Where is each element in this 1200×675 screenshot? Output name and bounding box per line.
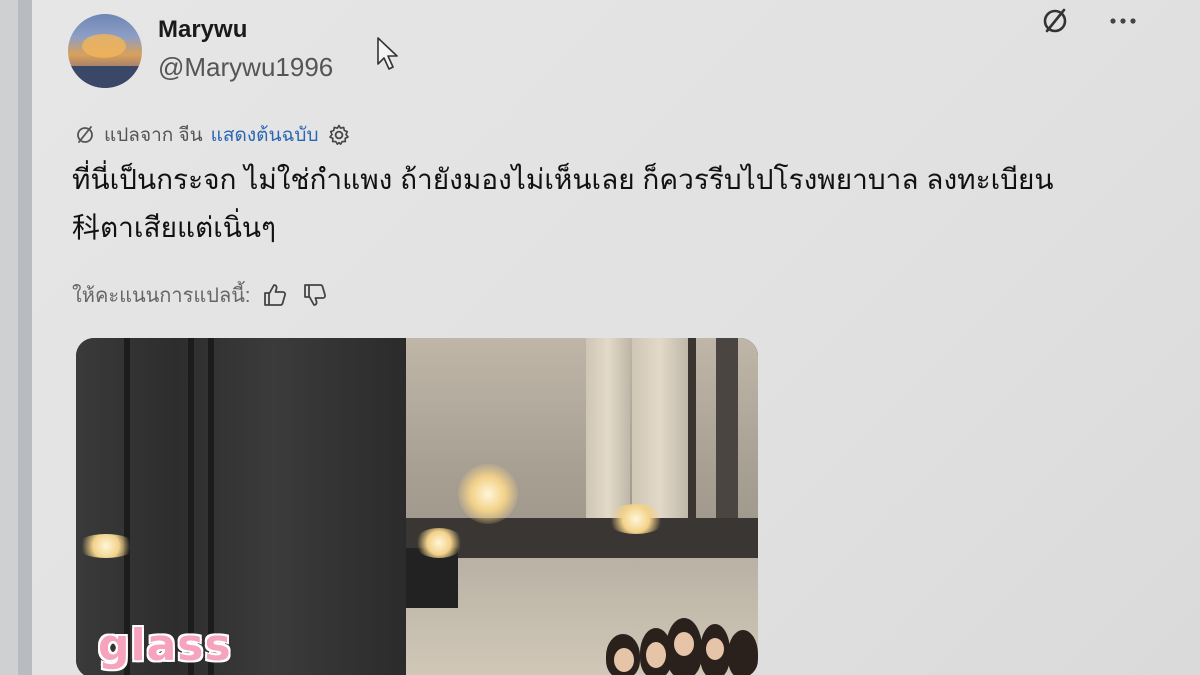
- post-text-line-1: ที่นี่เป็นกระจก ไม่ใช่กำแพง ถ้ายังมองไม่…: [72, 164, 1054, 195]
- rate-translation-bar: ให้คะแนนการแปลนี้:: [72, 280, 330, 310]
- translate-small-icon: [77, 126, 93, 143]
- show-original-link[interactable]: แสดงต้นฉบับ: [211, 120, 319, 150]
- post-text-line-2: 科ตาเสียแต่เนิ่นๆ: [72, 212, 277, 243]
- media-overlay-caption: glass: [98, 620, 232, 671]
- mouse-cursor-icon: [377, 37, 398, 70]
- author-handle[interactable]: @Marywu1996: [158, 52, 333, 83]
- window-left-edge: [0, 0, 18, 675]
- post-body-text: ที่นี่เป็นกระจก ไม่ใช่กำแพง ถ้ายังมองไม่…: [72, 156, 1152, 252]
- gear-icon[interactable]: [327, 123, 351, 147]
- avatar[interactable]: [68, 14, 142, 88]
- author-display-name[interactable]: Marywu: [158, 16, 247, 44]
- more-icon[interactable]: [1106, 4, 1140, 38]
- rate-translation-label: ให้คะแนนการแปลนี้:: [72, 285, 251, 307]
- post-left-border: [18, 0, 32, 675]
- translate-icon[interactable]: [1038, 4, 1072, 38]
- thumbs-up-icon[interactable]: [260, 280, 290, 310]
- translated-from-label: แปลจาก จีน: [104, 125, 203, 146]
- post-video-thumbnail[interactable]: glass: [76, 338, 758, 675]
- thumbs-down-icon[interactable]: [300, 280, 330, 310]
- post-card: Marywu @Marywu1996 แปลจาก จีน แสดงต้นฉบั…: [32, 0, 1200, 675]
- translation-info-bar: แปลจาก จีน แสดงต้นฉบับ: [74, 121, 351, 149]
